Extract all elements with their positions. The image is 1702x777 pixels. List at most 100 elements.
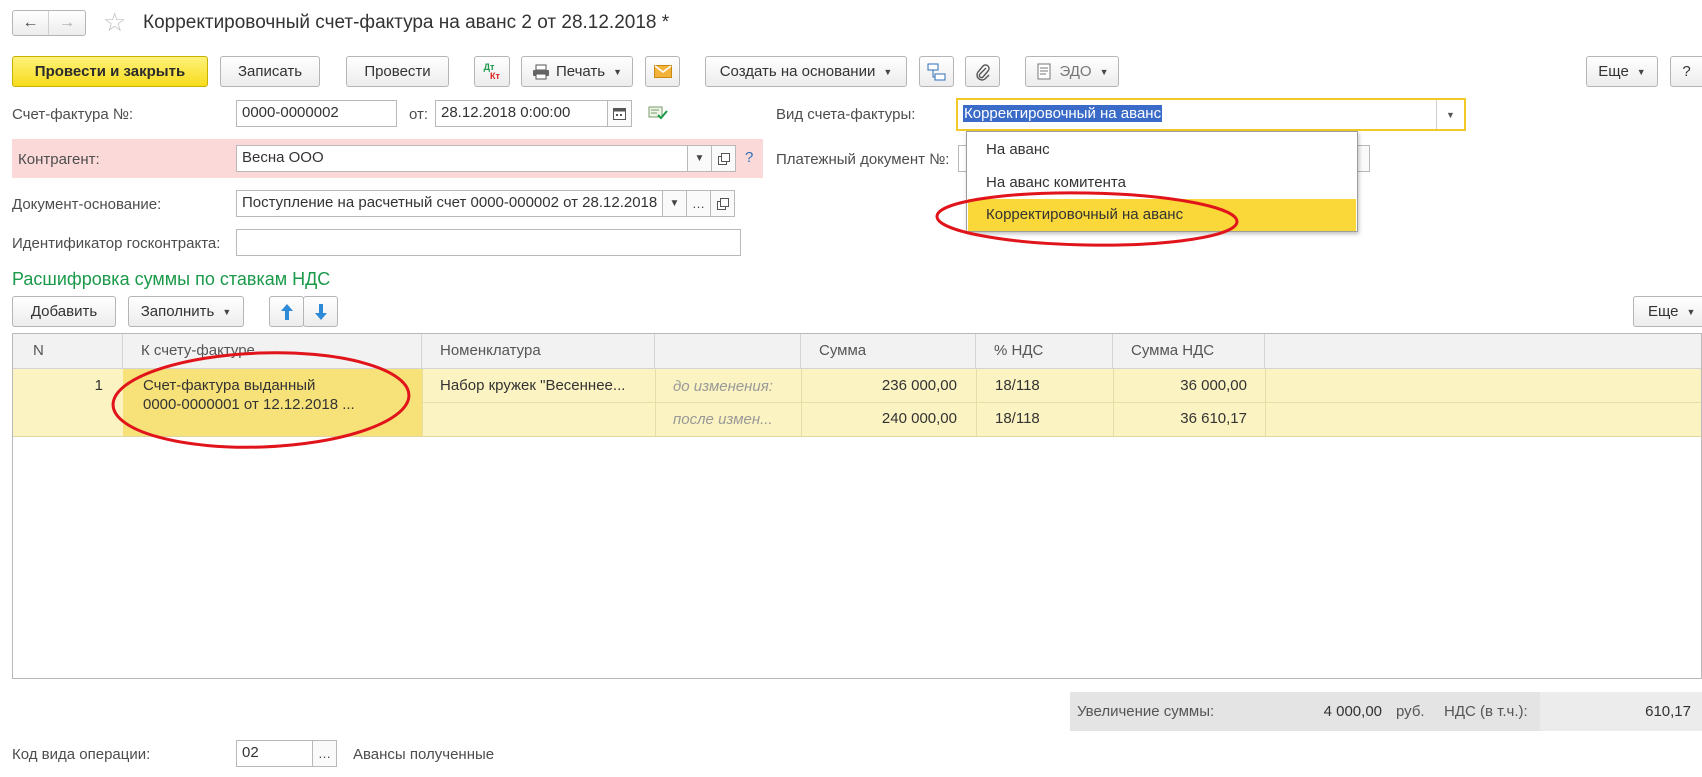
calendar-button[interactable] <box>607 100 632 127</box>
dropdown-option[interactable]: На аванс комитента <box>968 167 1356 199</box>
post-and-close-button[interactable]: Провести и закрыть <box>12 56 208 87</box>
column-header-n[interactable]: N <box>13 334 123 369</box>
invoice-type-dropdown-button[interactable]: ▼ <box>1436 100 1464 129</box>
invoice-number-field[interactable]: 0000-0000002 <box>236 100 397 127</box>
back-arrow-icon[interactable]: ← <box>13 11 49 35</box>
basis-doc-open-button[interactable] <box>710 190 735 217</box>
row-number: 1 <box>94 377 103 394</box>
date-label: от: <box>409 106 429 123</box>
invoice-type-label: Вид счета-фактуры: <box>776 106 916 123</box>
contractor-help-icon[interactable]: ? <box>745 149 753 166</box>
move-up-button[interactable] <box>269 296 304 327</box>
add-row-label: Добавить <box>30 303 98 320</box>
print-label: Печать <box>555 63 606 80</box>
increase-label: Увеличение суммы: <box>1077 703 1215 720</box>
nomenclature-cell: Набор кружек "Весеннее... <box>440 377 626 394</box>
table-more-button[interactable]: Еще ▼ <box>1633 296 1702 327</box>
more-button[interactable]: Еще ▼ <box>1586 56 1658 87</box>
column-header-change[interactable] <box>655 334 801 369</box>
column-header-vat-sum[interactable]: Сумма НДС <box>1113 334 1265 369</box>
sum-before-cell: 236 000,00 <box>881 377 957 394</box>
basis-doc-field[interactable]: Поступление на расчетный счет 0000-00000… <box>236 190 663 217</box>
printer-icon <box>532 64 549 79</box>
op-code-label: Код вида операции: <box>12 746 151 763</box>
save-button[interactable]: Записать <box>220 56 320 87</box>
basis-doc-select-button[interactable]: … <box>686 190 711 217</box>
edo-button[interactable]: ЭДО ▼ <box>1025 56 1119 87</box>
edo-document-icon <box>1037 63 1051 80</box>
open-link-icon <box>717 152 730 165</box>
row-divider <box>422 402 1701 403</box>
attach-button[interactable] <box>965 56 1000 87</box>
open-link-icon <box>716 197 729 210</box>
column-header-sum[interactable]: Сумма <box>801 334 976 369</box>
post-button[interactable]: Провести <box>346 56 449 87</box>
payment-doc-label: Платежный документ №: <box>776 151 950 168</box>
forward-arrow-icon[interactable]: → <box>49 11 85 35</box>
dt-kt-button[interactable]: Дт Кт <box>474 56 510 87</box>
create-based-on-button[interactable]: Создать на основании ▼ <box>705 56 907 87</box>
fill-button[interactable]: Заполнить ▼ <box>128 296 244 327</box>
column-header-nomenclature[interactable]: Номенклатура <box>422 334 655 369</box>
ellipsis-icon: … <box>318 746 331 761</box>
chevron-down-icon: ▼ <box>1636 66 1646 77</box>
column-header-invoice[interactable]: К счету-фактуре <box>123 334 422 369</box>
contractor-open-button[interactable] <box>711 145 736 172</box>
before-change-label: до изменения: <box>673 378 773 395</box>
post-and-close-label: Провести и закрыть <box>34 63 186 80</box>
envelope-icon <box>653 65 672 78</box>
increase-value: 4 000,00 <box>1323 703 1382 720</box>
add-row-button[interactable]: Добавить <box>12 296 116 327</box>
dropdown-option-selected[interactable]: Корректировочный на аванс <box>968 199 1356 231</box>
chevron-down-icon: ▼ <box>694 153 705 164</box>
table-more-label: Еще <box>1648 303 1679 320</box>
gov-contract-field[interactable] <box>236 229 741 256</box>
contractor-dropdown-button[interactable]: ▼ <box>687 145 712 172</box>
sum-after-cell: 240 000,00 <box>881 410 957 427</box>
currency-label: руб. <box>1396 703 1425 720</box>
column-header-n-label: N <box>33 342 44 359</box>
chevron-down-icon: ▼ <box>1446 109 1455 120</box>
column-header-invoice-label: К счету-фактуре <box>141 342 255 359</box>
dropdown-option[interactable]: На аванс <box>968 134 1356 166</box>
column-header-nomenclature-label: Номенклатура <box>440 342 541 359</box>
vat-breakdown-title: Расшифровка суммы по ставкам НДС <box>12 269 331 289</box>
op-code-select-button[interactable]: … <box>312 740 337 767</box>
chevron-down-icon: ▼ <box>1686 306 1696 317</box>
basis-doc-label: Документ-основание: <box>12 196 162 213</box>
help-button[interactable]: ? <box>1670 56 1702 87</box>
op-code-description: Авансы полученные <box>353 746 495 763</box>
post-label: Провести <box>364 63 431 80</box>
table-row[interactable]: 1 Счет-фактура выданный 0000-0000001 от … <box>13 369 1701 437</box>
basis-doc-dropdown-button[interactable]: ▼ <box>662 190 687 217</box>
column-header-vat-rate[interactable]: % НДС <box>976 334 1113 369</box>
print-button[interactable]: Печать ▼ <box>521 56 633 87</box>
structure-button[interactable] <box>919 56 954 87</box>
contractor-field[interactable]: Весна ООО <box>236 145 688 172</box>
invoice-type-select[interactable]: Корректировочный на аванс ▼ <box>956 98 1466 131</box>
col-divider <box>1265 369 1266 436</box>
save-label: Записать <box>237 63 303 80</box>
gov-contract-label: Идентификатор госконтракта: <box>12 235 221 252</box>
after-change-label: после измен... <box>673 411 773 428</box>
payment-doc-field-edge-right[interactable] <box>1356 145 1370 172</box>
chevron-down-icon: ▼ <box>883 66 893 77</box>
vat-before-cell: 36 000,00 <box>1180 377 1247 394</box>
status-check-icon <box>648 104 668 125</box>
chevron-down-icon: ▼ <box>222 306 232 317</box>
move-down-button[interactable] <box>303 296 338 327</box>
favorite-star-icon[interactable]: ☆ <box>103 7 126 37</box>
date-field[interactable]: 28.12.2018 0:00:00 <box>435 100 610 127</box>
email-button[interactable] <box>645 56 680 87</box>
invoice-line-2: 0000-0000001 от 12.12.2018 ... <box>143 396 355 413</box>
more-label: Еще <box>1598 63 1629 80</box>
vat-rate-before-cell: 18/118 <box>995 377 1040 394</box>
contractor-label: Контрагент: <box>18 151 100 168</box>
invoice-type-value: Корректировочный на аванс <box>963 105 1163 122</box>
create-based-on-label: Создать на основании <box>719 63 876 80</box>
paperclip-icon <box>975 63 990 81</box>
col-divider <box>422 369 423 436</box>
vat-total-label: НДС (в т.ч.): <box>1444 703 1528 720</box>
op-code-field[interactable]: 02 <box>236 740 313 767</box>
vat-rate-after-cell: 18/118 <box>995 410 1040 427</box>
